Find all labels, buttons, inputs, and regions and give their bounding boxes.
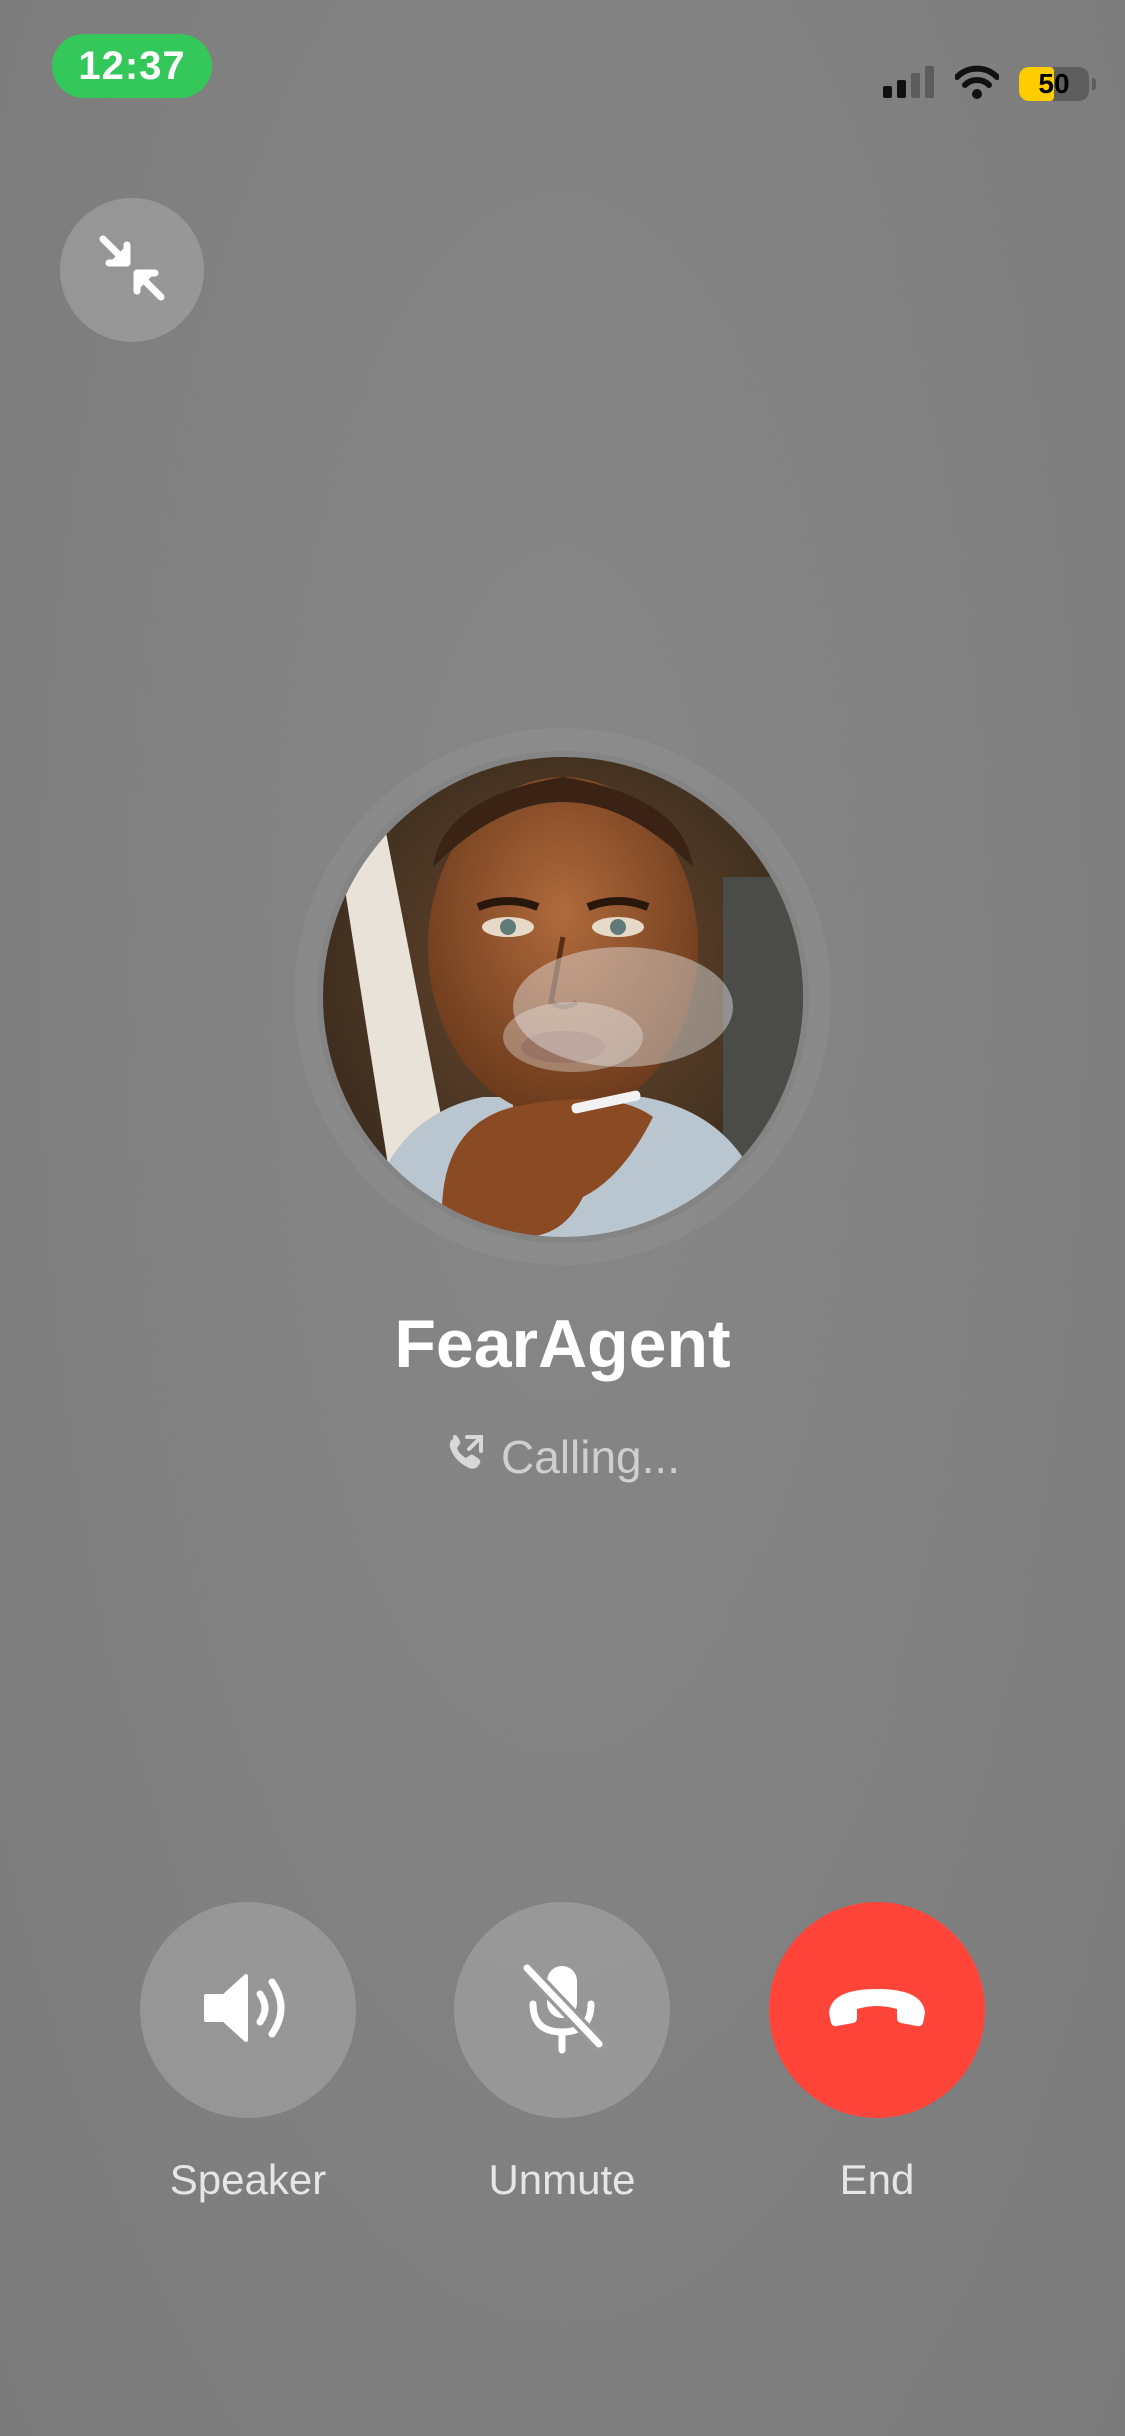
minimize-arrows-icon — [97, 233, 167, 308]
time-pill[interactable]: 12:37 — [52, 34, 212, 98]
status-icons: 50 — [883, 62, 1096, 106]
cellular-signal-icon — [883, 65, 935, 103]
battery-cap — [1092, 78, 1096, 90]
call-status-text: Calling... — [501, 1431, 680, 1483]
avatar-ring — [294, 728, 831, 1265]
outgoing-call-icon — [445, 1430, 485, 1484]
unmute-label: Unmute — [488, 2156, 636, 2203]
end-control: End — [752, 1902, 1002, 2204]
minimize-call-button[interactable] — [60, 198, 204, 342]
wifi-icon — [954, 65, 1000, 104]
battery-indicator: 50 — [1019, 67, 1096, 101]
speaker-icon — [200, 1968, 296, 2053]
microphone-muted-icon — [517, 1960, 607, 2061]
contact-avatar — [322, 756, 803, 1237]
contact-name: FearAgent — [394, 1306, 731, 1382]
speaker-control: Speaker — [123, 1902, 373, 2204]
end-label: End — [839, 2156, 915, 2203]
speaker-button[interactable] — [140, 1902, 356, 2118]
unmute-button[interactable] — [454, 1902, 670, 2118]
speaker-label: Speaker — [169, 2156, 327, 2203]
end-call-icon — [825, 1983, 929, 2038]
end-call-button[interactable] — [769, 1902, 985, 2118]
call-status: Calling... — [0, 1430, 1125, 1484]
status-bar: 12:37 50 — [0, 0, 1125, 130]
unmute-control: Unmute — [437, 1902, 687, 2204]
battery-percent: 50 — [1038, 68, 1070, 99]
status-time: 12:37 — [78, 43, 186, 88]
